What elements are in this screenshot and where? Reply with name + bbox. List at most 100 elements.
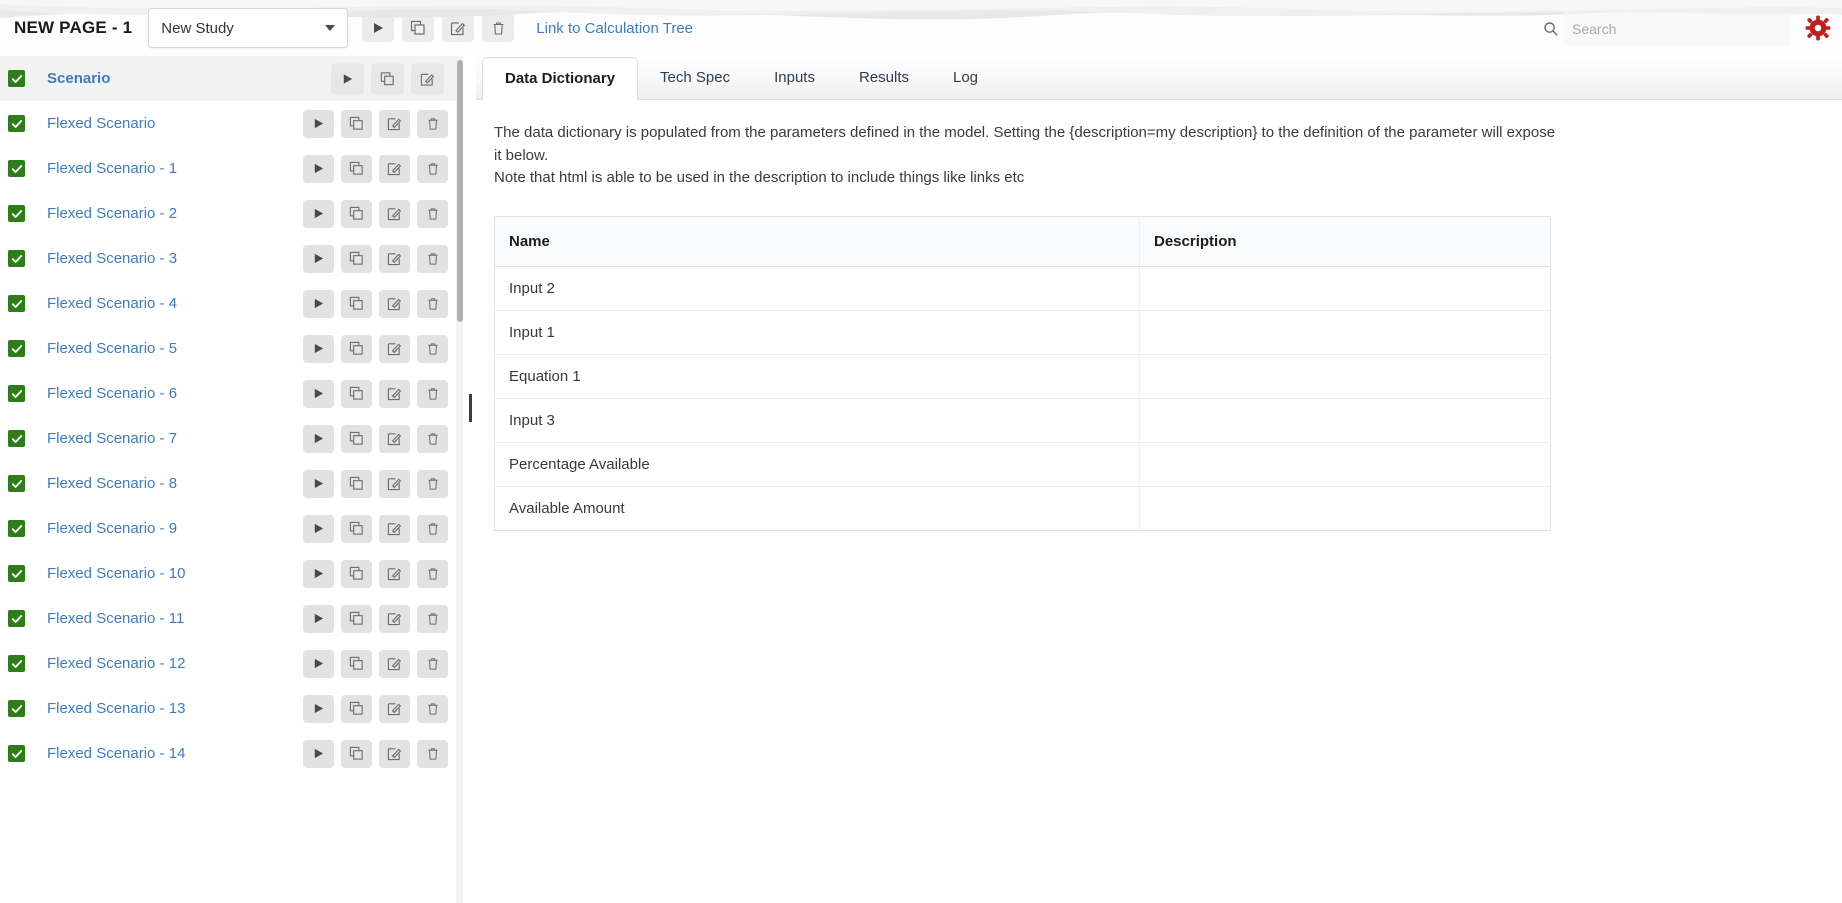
copy-button[interactable] [341, 560, 372, 588]
run-button[interactable] [362, 14, 394, 42]
panel-splitter[interactable] [466, 56, 476, 903]
scenario-checkbox[interactable] [8, 250, 25, 267]
tab-data-dictionary[interactable]: Data Dictionary [482, 57, 638, 100]
scenario-row[interactable]: Flexed Scenario - 14 [0, 731, 462, 776]
scenario-row[interactable]: Flexed Scenario - 3 [0, 236, 462, 281]
delete-button[interactable] [482, 14, 514, 42]
scenario-label[interactable]: Flexed Scenario - 9 [47, 520, 177, 537]
edit-button[interactable] [379, 380, 410, 408]
edit-button[interactable] [379, 605, 410, 633]
scenario-label[interactable]: Flexed Scenario - 6 [47, 385, 177, 402]
table-row[interactable]: Input 1 [495, 310, 1551, 354]
link-to-calculation-tree[interactable]: Link to Calculation Tree [536, 20, 693, 37]
edit-button[interactable] [379, 425, 410, 453]
scenario-label[interactable]: Flexed Scenario - 8 [47, 475, 177, 492]
settings-gear-button[interactable] [1804, 14, 1832, 42]
delete-button[interactable] [417, 695, 448, 723]
scenario-checkbox[interactable] [8, 205, 25, 222]
scenario-checkbox[interactable] [8, 565, 25, 582]
table-row[interactable]: Equation 1 [495, 354, 1551, 398]
scenario-checkbox[interactable] [8, 520, 25, 537]
scenario-checkbox[interactable] [8, 700, 25, 717]
copy-button[interactable] [341, 200, 372, 228]
tab-results[interactable]: Results [837, 56, 931, 99]
sidebar-scrollbar-thumb[interactable] [457, 60, 463, 322]
scenario-checkbox[interactable] [8, 745, 25, 762]
run-button[interactable] [303, 155, 334, 183]
table-row[interactable]: Percentage Available [495, 442, 1551, 486]
scenario-checkbox[interactable] [8, 430, 25, 447]
scenario-checkbox[interactable] [8, 295, 25, 312]
scenario-label[interactable]: Flexed Scenario - 2 [47, 205, 177, 222]
delete-button[interactable] [417, 650, 448, 678]
scenario-label[interactable]: Flexed Scenario [47, 115, 155, 132]
run-button[interactable] [303, 605, 334, 633]
scenario-label[interactable]: Flexed Scenario - 4 [47, 295, 177, 312]
copy-button[interactable] [341, 740, 372, 768]
tab-tech-spec[interactable]: Tech Spec [638, 56, 752, 99]
scenario-row[interactable]: Scenario [0, 56, 462, 101]
scenario-label[interactable]: Flexed Scenario - 3 [47, 250, 177, 267]
copy-button[interactable] [341, 515, 372, 543]
delete-button[interactable] [417, 740, 448, 768]
run-button[interactable] [303, 245, 334, 273]
scenario-checkbox[interactable] [8, 385, 25, 402]
scenario-row[interactable]: Flexed Scenario - 12 [0, 641, 462, 686]
scenario-label[interactable]: Flexed Scenario - 12 [47, 655, 185, 672]
delete-button[interactable] [417, 605, 448, 633]
copy-button[interactable] [341, 155, 372, 183]
run-button[interactable] [303, 695, 334, 723]
delete-button[interactable] [417, 380, 448, 408]
table-row[interactable]: Input 3 [495, 398, 1551, 442]
copy-button[interactable] [341, 650, 372, 678]
scenario-row[interactable]: Flexed Scenario - 2 [0, 191, 462, 236]
edit-button[interactable] [379, 515, 410, 543]
edit-button[interactable] [379, 155, 410, 183]
run-button[interactable] [303, 740, 334, 768]
scenario-row[interactable]: Flexed Scenario - 13 [0, 686, 462, 731]
run-button[interactable] [303, 650, 334, 678]
run-button[interactable] [303, 110, 334, 138]
edit-button[interactable] [442, 14, 474, 42]
scenario-label[interactable]: Flexed Scenario - 10 [47, 565, 185, 582]
scenario-checkbox[interactable] [8, 160, 25, 177]
edit-button[interactable] [379, 110, 410, 138]
copy-button[interactable] [341, 290, 372, 318]
edit-button[interactable] [379, 200, 410, 228]
run-button[interactable] [303, 470, 334, 498]
scenario-row[interactable]: Flexed Scenario - 7 [0, 416, 462, 461]
delete-button[interactable] [417, 245, 448, 273]
run-button[interactable] [303, 425, 334, 453]
scenario-row[interactable]: Flexed Scenario - 5 [0, 326, 462, 371]
run-button[interactable] [303, 515, 334, 543]
scenario-row[interactable]: Flexed Scenario - 10 [0, 551, 462, 596]
edit-button[interactable] [379, 740, 410, 768]
copy-button[interactable] [341, 470, 372, 498]
scenario-checkbox[interactable] [8, 610, 25, 627]
copy-button[interactable] [341, 695, 372, 723]
edit-button[interactable] [379, 290, 410, 318]
copy-button[interactable] [341, 110, 372, 138]
scenario-label[interactable]: Flexed Scenario - 13 [47, 700, 185, 717]
tab-inputs[interactable]: Inputs [752, 56, 837, 99]
scenario-checkbox[interactable] [8, 655, 25, 672]
edit-button[interactable] [379, 245, 410, 273]
delete-button[interactable] [417, 335, 448, 363]
delete-button[interactable] [417, 155, 448, 183]
edit-button[interactable] [411, 63, 444, 94]
scenario-label[interactable]: Flexed Scenario - 11 [47, 610, 184, 627]
run-button[interactable] [303, 290, 334, 318]
delete-button[interactable] [417, 470, 448, 498]
scenario-label[interactable]: Flexed Scenario - 5 [47, 340, 177, 357]
scenario-checkbox[interactable] [8, 70, 25, 87]
delete-button[interactable] [417, 560, 448, 588]
edit-button[interactable] [379, 470, 410, 498]
delete-button[interactable] [417, 110, 448, 138]
edit-button[interactable] [379, 560, 410, 588]
copy-button[interactable] [341, 245, 372, 273]
edit-button[interactable] [379, 335, 410, 363]
copy-button[interactable] [341, 380, 372, 408]
scenario-row[interactable]: Flexed Scenario - 1 [0, 146, 462, 191]
scenario-row[interactable]: Flexed Scenario - 9 [0, 506, 462, 551]
copy-button[interactable] [341, 335, 372, 363]
